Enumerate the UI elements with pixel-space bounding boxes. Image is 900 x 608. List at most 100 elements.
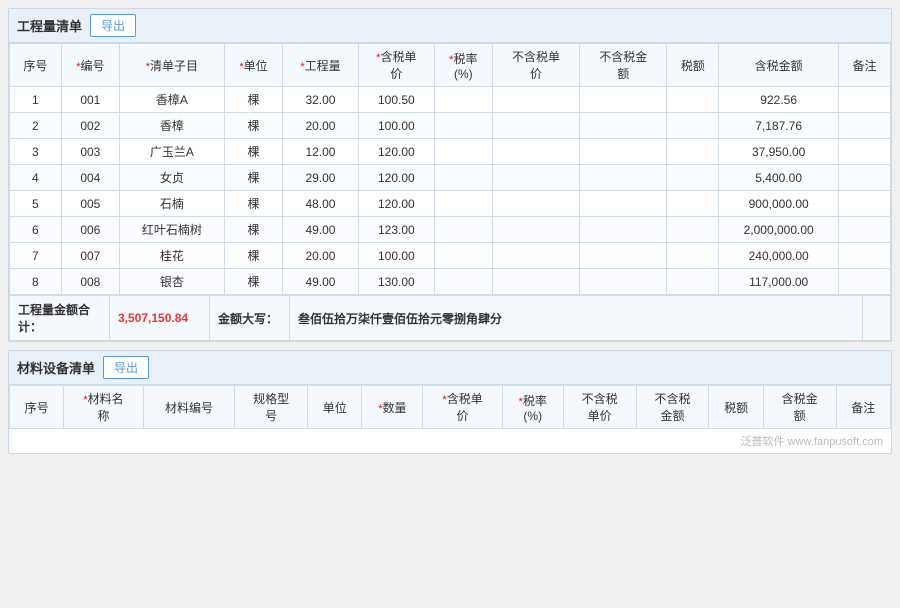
table-cell <box>667 191 719 217</box>
watermark-url: www.fanpusoft.com <box>788 436 883 448</box>
table-cell <box>839 139 891 165</box>
table-row: 2002香樟棵20.00100.007,187.76 <box>10 113 891 139</box>
table-cell: 香樟A <box>119 87 224 113</box>
table-row: 1001香樟A棵32.00100.50922.56 <box>10 87 891 113</box>
table-cell: 100.00 <box>358 113 434 139</box>
table-cell <box>839 165 891 191</box>
footer-empty <box>862 296 891 341</box>
table-cell: 1 <box>10 87 62 113</box>
section1-title: 工程量清单 <box>17 16 82 35</box>
table-cell <box>580 217 667 243</box>
table-cell <box>492 243 579 269</box>
col-tax-amount: 含税金额 <box>719 44 839 87</box>
table-cell: 117,000.00 <box>719 269 839 295</box>
brand-name: 泛普软件 <box>741 436 785 448</box>
s2-col-qty: *数量 <box>362 386 423 429</box>
table-cell <box>667 269 719 295</box>
section1-footer-row: 工程量金额合计： 3,507,150.84 金额大写： 叁佰伍拾万柒仟壹佰伍拾元… <box>10 296 891 341</box>
table-cell <box>667 139 719 165</box>
table-cell: 棵 <box>224 269 282 295</box>
table-cell: 20.00 <box>283 113 359 139</box>
s2-col-taxunit: *含税单价 <box>423 386 503 429</box>
table-cell <box>667 113 719 139</box>
table-cell <box>839 217 891 243</box>
table-cell <box>667 217 719 243</box>
s2-col-unit: 单位 <box>308 386 362 429</box>
table-cell: 5,400.00 <box>719 165 839 191</box>
table-cell: 49.00 <box>283 269 359 295</box>
table-row: 4004女贞棵29.00120.00 5,400.00 <box>10 165 891 191</box>
table-cell: 001 <box>61 87 119 113</box>
table-cell: 4 <box>10 165 62 191</box>
table-cell <box>839 87 891 113</box>
table-cell <box>434 217 492 243</box>
section2-export-button[interactable]: 导出 <box>103 356 149 379</box>
table-cell: 6 <box>10 217 62 243</box>
material-equipment-section: 材料设备清单 导出 序号 *材料名称 材料编号 规格型号 单位 *数量 *含税单… <box>8 350 892 454</box>
table-cell: 广玉兰A <box>119 139 224 165</box>
table-cell: 棵 <box>224 217 282 243</box>
s2-col-matcode: 材料编号 <box>143 386 234 429</box>
col-unit: *单位 <box>224 44 282 87</box>
s2-col-remark: 备注 <box>836 386 890 429</box>
table-cell: 002 <box>61 113 119 139</box>
table-cell <box>667 165 719 191</box>
table-cell <box>580 191 667 217</box>
table-cell <box>839 191 891 217</box>
table-cell: 7 <box>10 243 62 269</box>
section1-header: 工程量清单 导出 <box>9 9 891 43</box>
col-notax-unit: 不含税单价 <box>492 44 579 87</box>
table-cell: 100.50 <box>358 87 434 113</box>
table-cell: 红叶石楠树 <box>119 217 224 243</box>
s2-col-notaxamt: 不含税金额 <box>636 386 709 429</box>
s2-col-notaxunit: 不含税单价 <box>563 386 636 429</box>
table-cell <box>434 87 492 113</box>
total-value: 3,507,150.84 <box>110 296 210 341</box>
col-code: *编号 <box>61 44 119 87</box>
col-tax-rate: *税率(%) <box>434 44 492 87</box>
table-cell <box>492 87 579 113</box>
col-tax: 税额 <box>667 44 719 87</box>
table-cell <box>580 269 667 295</box>
table-cell: 007 <box>61 243 119 269</box>
table-cell <box>434 139 492 165</box>
table-cell: 005 <box>61 191 119 217</box>
section1-export-button[interactable]: 导出 <box>90 14 136 37</box>
table-cell <box>839 243 891 269</box>
table-cell: 3 <box>10 139 62 165</box>
total-label: 工程量金额合计： <box>10 296 110 341</box>
col-name: *清单子目 <box>119 44 224 87</box>
section1-header-row: 序号 *编号 *清单子目 *单位 *工程量 *含税单价 *税率(%) 不含税单价… <box>10 44 891 87</box>
s2-col-taxrate: *税率(%) <box>502 386 563 429</box>
section2-table: 序号 *材料名称 材料编号 规格型号 单位 *数量 *含税单价 *税率(%) 不… <box>9 385 891 429</box>
table-cell: 桂花 <box>119 243 224 269</box>
table-row: 6006红叶石楠树棵49.00123.002,000,000.00 <box>10 217 891 243</box>
s2-col-taxamt: 含税金额 <box>763 386 836 429</box>
amount-label: 金额大写： <box>210 296 290 341</box>
table-cell: 29.00 <box>283 165 359 191</box>
table-cell: 008 <box>61 269 119 295</box>
table-row: 7007桂花棵20.00100.00240,000.00 <box>10 243 891 269</box>
section2-title: 材料设备清单 <box>17 358 95 377</box>
table-cell: 棵 <box>224 165 282 191</box>
table-cell: 120.00 <box>358 139 434 165</box>
table-cell: 49.00 <box>283 217 359 243</box>
table-cell: 48.00 <box>283 191 359 217</box>
table-cell <box>580 243 667 269</box>
section2-table-wrapper: 序号 *材料名称 材料编号 规格型号 单位 *数量 *含税单价 *税率(%) 不… <box>9 385 891 429</box>
section1-footer-table: 工程量金额合计： 3,507,150.84 金额大写： 叁佰伍拾万柒仟壹佰伍拾元… <box>9 295 891 341</box>
table-cell: 120.00 <box>358 165 434 191</box>
table-cell: 004 <box>61 165 119 191</box>
section1-table-wrapper: 序号 *编号 *清单子目 *单位 *工程量 *含税单价 *税率(%) 不含税单价… <box>9 43 891 295</box>
table-cell <box>492 165 579 191</box>
table-cell <box>580 165 667 191</box>
table-cell: 37,950.00 <box>719 139 839 165</box>
col-remark: 备注 <box>839 44 891 87</box>
table-cell: 5 <box>10 191 62 217</box>
col-quantity: *工程量 <box>283 44 359 87</box>
table-cell: 2,000,000.00 <box>719 217 839 243</box>
table-cell: 女贞 <box>119 165 224 191</box>
watermark-area: 泛普软件 www.fanpusoft.com <box>9 429 891 453</box>
table-cell <box>667 243 719 269</box>
amount-value: 叁佰伍拾万柒仟壹佰伍拾元零捌角肆分 <box>290 296 863 341</box>
